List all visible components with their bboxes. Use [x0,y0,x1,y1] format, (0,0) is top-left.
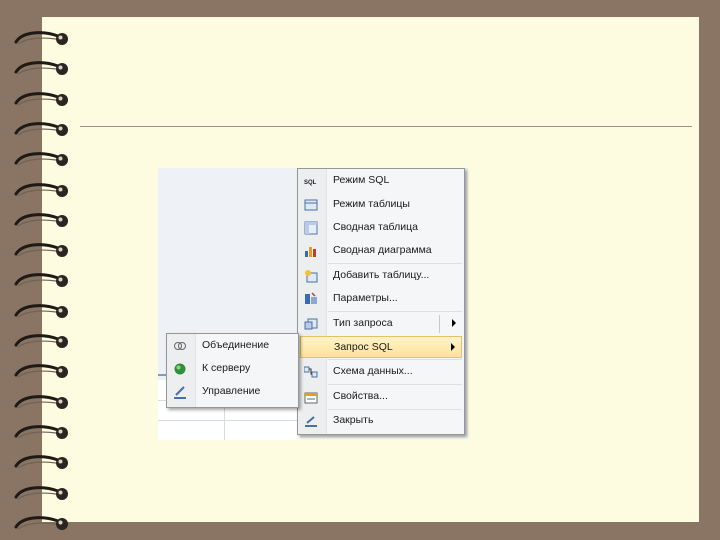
menu-item-properties[interactable]: Свойства... [300,386,462,408]
embedded-screenshot: SQL Режим SQL Режим таблицы Сводная табл… [158,168,470,440]
submenu-split [439,315,440,333]
menu-item-relationships[interactable]: Схема данных... [300,361,462,383]
parameters-icon [304,292,318,306]
properties-icon [304,390,318,404]
menu-item-close[interactable]: Закрыть [300,410,462,432]
spiral-ring [12,422,72,444]
spiral-ring [12,149,72,171]
data-definition-icon [173,385,187,399]
submenu-item-pass-through[interactable]: К серверу [169,358,296,380]
spiral-ring [12,392,72,414]
pivot-table-icon [304,221,318,235]
close-icon [304,414,318,428]
spiral-ring [12,58,72,80]
spiral-ring [12,270,72,292]
menu-item-query-type[interactable]: Тип запроса [300,313,462,335]
spiral-ring [12,210,72,232]
query-type-icon [304,317,318,331]
grid-line [158,420,300,421]
spiral-ring [12,240,72,262]
spiral-ring [12,28,72,50]
sql-view-icon: SQL [304,174,318,188]
menu-item-label: Тип запроса [333,317,393,329]
datasheet-icon [304,198,318,212]
sql-query-submenu: Объединение К серверу Управление [166,333,299,408]
menu-item-sql-query[interactable]: Запрос SQL [300,336,462,358]
pass-through-icon [173,362,187,376]
menu-item-label: Управление [202,385,261,397]
menu-separator [328,384,462,385]
menu-separator [328,311,462,312]
menu-item-label: Параметры... [333,292,398,304]
spiral-ring [12,513,72,535]
menu-item-pivot-table[interactable]: Сводная таблица [300,217,462,239]
menu-separator [328,263,462,264]
svg-text:SQL: SQL [304,180,317,186]
relationships-icon [303,365,318,379]
menu-item-label: Сводная диаграмма [333,244,432,256]
menu-item-add-table[interactable]: Добавить таблицу... [300,265,462,287]
menu-item-label: Свойства... [333,390,388,402]
menu-item-label: Объединение [202,339,270,351]
spiral-ring [12,119,72,141]
menu-item-label: Закрыть [333,414,374,426]
menu-item-label: Сводная таблица [333,221,418,233]
spiral-ring [12,301,72,323]
menu-item-label: К серверу [202,362,251,374]
menu-item-label: Добавить таблицу... [333,269,430,281]
spiral-ring [12,361,72,383]
menu-item-label: Режим SQL [333,174,390,186]
spiral-ring [12,89,72,111]
spiral-ring [12,331,72,353]
spiral-ring [12,483,72,505]
menu-item-label: Схема данных... [333,365,413,377]
menu-item-label: Запрос SQL [334,341,393,353]
union-icon [173,339,187,353]
add-table-icon [304,269,318,283]
context-menu: SQL Режим SQL Режим таблицы Сводная табл… [297,168,465,435]
submenu-arrow-icon [451,343,455,351]
title-rule [80,126,692,127]
spiral-ring [12,452,72,474]
menu-item-datasheet-view[interactable]: Режим таблицы [300,194,462,216]
menu-item-label: Режим таблицы [333,198,410,210]
menu-separator [328,359,462,360]
menu-item-parameters[interactable]: Параметры... [300,288,462,310]
submenu-item-union[interactable]: Объединение [169,335,296,357]
menu-item-pivot-chart[interactable]: Сводная диаграмма [300,240,462,262]
menu-item-sql-view[interactable]: SQL Режим SQL [300,170,462,192]
submenu-arrow-icon [452,319,456,327]
pivot-chart-icon [304,244,318,258]
submenu-item-data-definition[interactable]: Управление [169,381,296,403]
spiral-ring [12,180,72,202]
